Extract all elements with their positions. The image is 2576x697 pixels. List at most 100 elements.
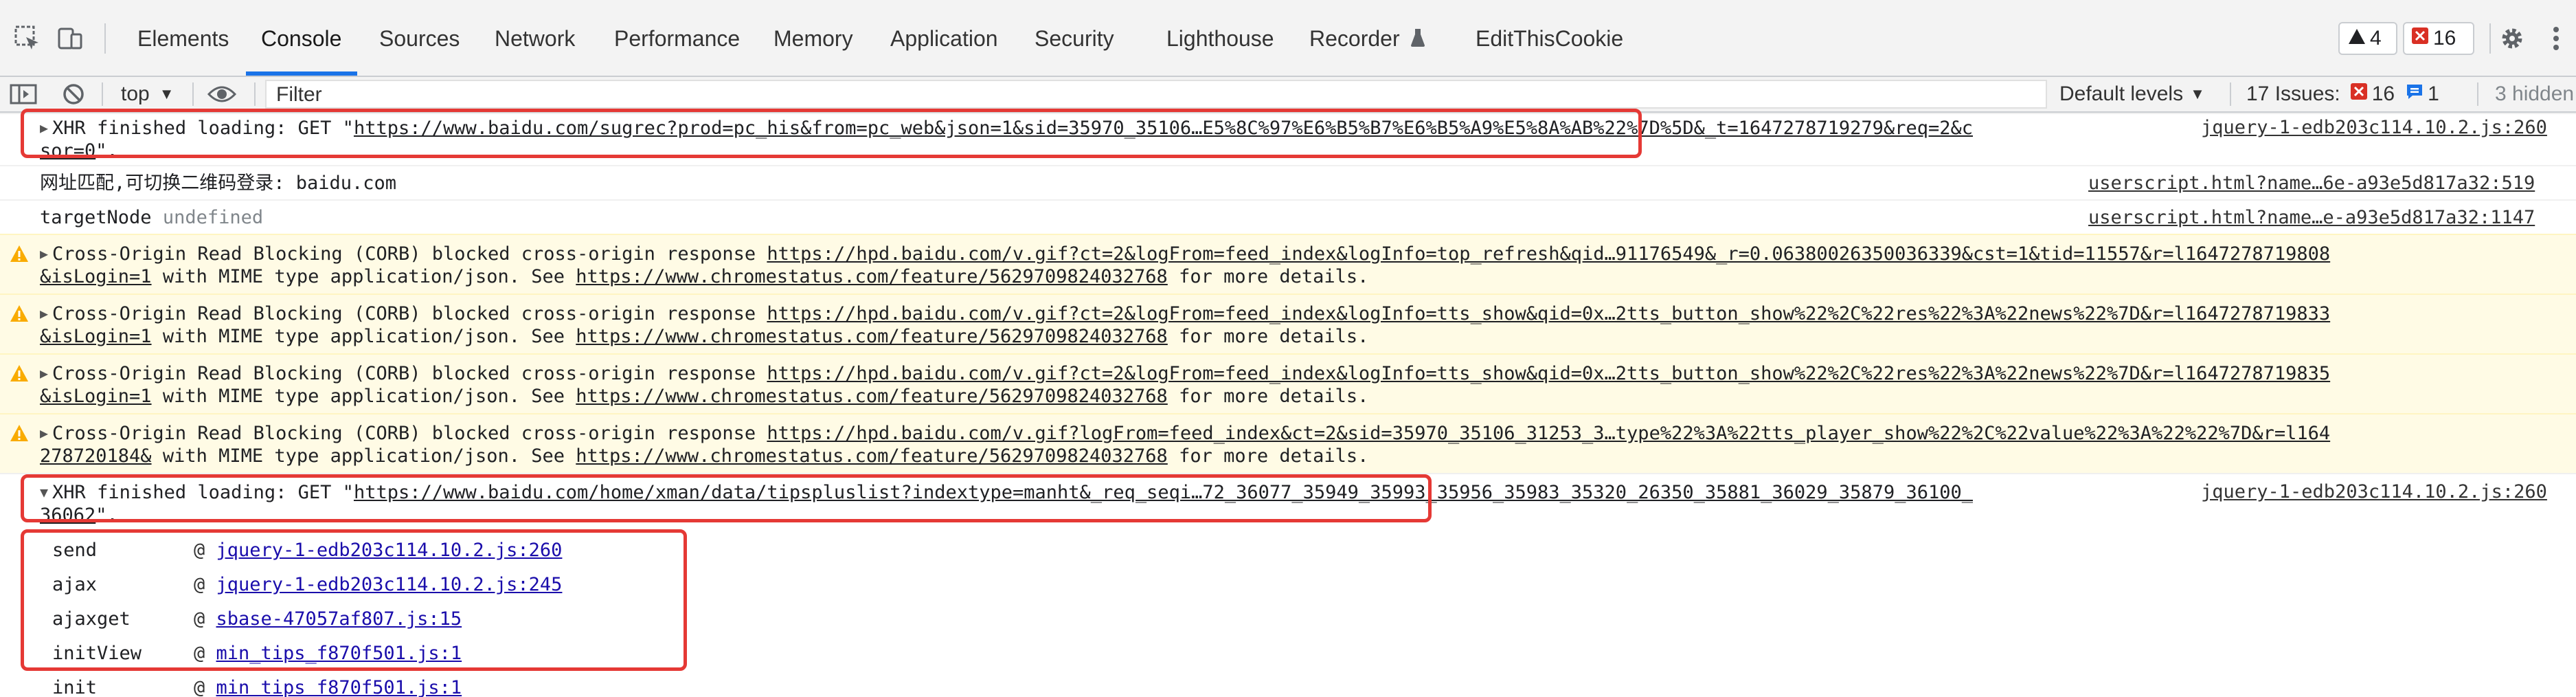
console-warning-corb: ▶ Cross-Origin Read Blocking (CORB) block… — [0, 353, 2576, 413]
log-levels-dropdown[interactable]: Default levels ▼ — [2059, 77, 2205, 111]
corb-end: for more details. — [1167, 445, 1369, 467]
experiment-flask-icon — [1410, 23, 1425, 58]
tab-recorder[interactable]: Recorder — [1309, 21, 1425, 56]
corb-message-line-2: 278720184& with MIME type application/js… — [40, 445, 1368, 468]
source-link[interactable]: userscript.html?name…6e-a93e5d817a32:519 — [2088, 172, 2535, 195]
live-expression-eye-icon[interactable] — [207, 77, 236, 111]
tab-network[interactable]: Network — [495, 21, 575, 56]
corb-url-link-cont[interactable]: &isLogin=1 — [40, 326, 152, 347]
corb-url-link[interactable]: https://hpd.baidu.com/v.gif?ct=2&logFrom… — [767, 303, 2330, 324]
log-value: undefined — [162, 207, 264, 228]
toolbar-divider — [192, 82, 194, 106]
warning-triangle-icon — [10, 305, 29, 324]
stack-frame-function: init — [52, 677, 98, 697]
corb-message-line: ▶ Cross-Origin Read Blocking (CORB) block… — [40, 362, 2330, 386]
error-x-icon — [2411, 27, 2429, 50]
corb-url-link-cont[interactable]: 278720184& — [40, 445, 152, 467]
log-label: targetNode — [40, 207, 152, 228]
console-warning-corb: ▶ Cross-Origin Read Blocking (CORB) block… — [0, 234, 2576, 294]
issues-button[interactable]: 17 Issues: 16 1 — [2246, 77, 2439, 111]
issues-label: 17 Issues: — [2246, 82, 2340, 105]
corb-message-line: ▶ Cross-Origin Read Blocking (CORB) block… — [40, 302, 2330, 326]
highlight-box-xhr-1 — [21, 109, 1642, 158]
filter-input-box[interactable]: Filter — [265, 80, 2047, 109]
context-selector[interactable]: top ▼ — [121, 77, 174, 111]
corb-prefix: Cross-Origin Read Blocking (CORB) blocke… — [52, 243, 767, 265]
corb-url-link[interactable]: https://hpd.baidu.com/v.gif?ct=2&logFrom… — [767, 363, 2330, 384]
toolbar-divider — [2477, 82, 2478, 106]
stack-frame: @ min_tips_f870f501.js:1 — [194, 677, 462, 697]
corb-prefix: Cross-Origin Read Blocking (CORB) blocke… — [52, 423, 767, 444]
gear-icon[interactable] — [2495, 23, 2529, 54]
highlight-box-xhr-2 — [21, 474, 1432, 522]
toolbar-divider — [2489, 23, 2491, 54]
expand-triangle-icon[interactable]: ▶ — [40, 242, 48, 265]
corb-prefix: Cross-Origin Read Blocking (CORB) blocke… — [52, 303, 767, 324]
toolbar-divider — [102, 82, 103, 106]
error-count: 16 — [2433, 27, 2456, 49]
corb-url-link[interactable]: https://hpd.baidu.com/v.gif?ct=2&logFrom… — [767, 243, 2330, 265]
corb-url-link-cont[interactable]: &isLogin=1 — [40, 266, 152, 287]
corb-end: for more details. — [1167, 386, 1369, 407]
source-link[interactable]: jquery-1-edb203c114.10.2.js:260 — [2201, 116, 2547, 140]
device-toolbar-icon[interactable] — [55, 23, 85, 54]
tab-editthiscookie[interactable]: EditThisCookie — [1476, 21, 1623, 56]
chromestatus-link[interactable]: https://www.chromestatus.com/feature/562… — [576, 445, 1168, 467]
inspect-element-icon[interactable] — [12, 23, 43, 54]
corb-message-line-2: &isLogin=1 with MIME type application/js… — [40, 265, 1368, 289]
tab-sources[interactable]: Sources — [379, 21, 460, 56]
corb-mid: with MIME type application/json. See — [151, 445, 576, 467]
tab-performance[interactable]: Performance — [614, 21, 740, 56]
corb-end: for more details. — [1167, 266, 1369, 287]
corb-prefix: Cross-Origin Read Blocking (CORB) blocke… — [52, 363, 767, 384]
tab-application[interactable]: Application — [890, 21, 998, 56]
source-link[interactable]: jquery-1-edb203c114.10.2.js:260 — [2201, 480, 2547, 504]
corb-url-link[interactable]: https://hpd.baidu.com/v.gif?logFrom=feed… — [767, 423, 2330, 444]
source-link[interactable]: userscript.html?name…e-a93e5d817a32:1147 — [2088, 206, 2535, 230]
corb-message-line: ▶ Cross-Origin Read Blocking (CORB) block… — [40, 242, 2330, 266]
errors-badge[interactable]: 16 — [2403, 22, 2474, 55]
chromestatus-link[interactable]: https://www.chromestatus.com/feature/562… — [576, 266, 1168, 287]
sidebar-toggle-icon[interactable] — [10, 77, 37, 111]
warning-triangle-icon — [2348, 27, 2366, 50]
tab-recorder-label: Recorder — [1309, 26, 1400, 51]
warning-count: 4 — [2370, 27, 2382, 49]
dropdown-arrow-icon: ▼ — [159, 85, 174, 102]
context-value: top — [121, 82, 150, 105]
issues-error-count: 16 — [2371, 82, 2395, 105]
corb-mid: with MIME type application/json. See — [151, 326, 576, 347]
toolbar-divider — [2230, 82, 2231, 106]
console-filter-bar: top ▼ Filter Default levels ▼ 17 Issues:… — [0, 77, 2576, 113]
warnings-badge[interactable]: 4 — [2338, 22, 2397, 55]
console-message-log-2: targetNode undefined userscript.html?nam… — [0, 199, 2576, 234]
more-options-icon[interactable] — [2546, 23, 2566, 54]
log-text: 网址匹配,可切换二维码登录: baidu.com — [40, 173, 397, 194]
toolbar-divider — [104, 23, 106, 54]
tab-lighthouse[interactable]: Lighthouse — [1166, 21, 1274, 56]
clear-console-icon[interactable] — [62, 77, 85, 111]
tab-console[interactable]: Console — [261, 21, 341, 56]
dropdown-arrow-icon: ▼ — [2190, 85, 2205, 102]
issues-error-icon — [2350, 82, 2368, 106]
tab-memory[interactable]: Memory — [773, 21, 853, 56]
expand-triangle-icon[interactable]: ▶ — [40, 421, 48, 445]
chromestatus-link[interactable]: https://www.chromestatus.com/feature/562… — [576, 326, 1168, 347]
expand-triangle-icon[interactable]: ▶ — [40, 362, 48, 385]
corb-mid: with MIME type application/json. See — [151, 266, 576, 287]
tab-elements[interactable]: Elements — [137, 21, 229, 56]
tab-security[interactable]: Security — [1035, 21, 1114, 56]
issues-info-count: 1 — [2428, 82, 2439, 105]
corb-message-line: ▶ Cross-Origin Read Blocking (CORB) block… — [40, 421, 2330, 445]
highlight-box-stack — [21, 529, 687, 671]
filter-input-placeholder: Filter — [276, 83, 322, 106]
hidden-messages-count: 3 hidden — [2495, 82, 2575, 105]
expand-triangle-icon[interactable]: ▶ — [40, 302, 48, 325]
chromestatus-link[interactable]: https://www.chromestatus.com/feature/562… — [576, 386, 1168, 407]
corb-url-link-cont[interactable]: &isLogin=1 — [40, 386, 152, 407]
corb-message-line-2: &isLogin=1 with MIME type application/js… — [40, 325, 1368, 348]
toolbar-divider — [254, 82, 256, 106]
stack-frame-link[interactable]: min_tips_f870f501.js:1 — [216, 677, 462, 697]
corb-end: for more details. — [1167, 326, 1369, 347]
issues-info-icon — [2406, 82, 2424, 106]
warning-triangle-icon — [10, 245, 29, 264]
